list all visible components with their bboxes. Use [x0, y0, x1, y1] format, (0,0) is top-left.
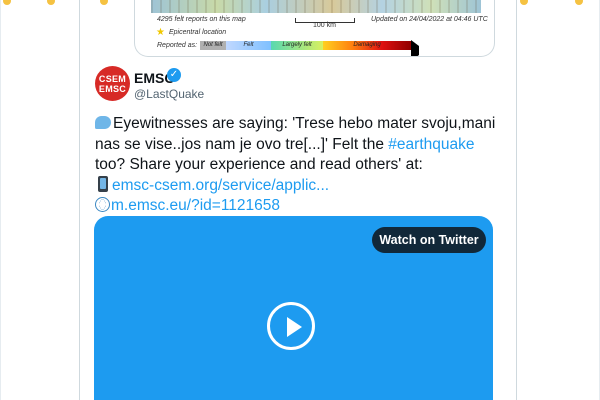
tweet-card-border-left [79, 0, 80, 400]
legend-largely-felt: Largely felt [271, 41, 323, 50]
emsc-link[interactable]: m.emsc.eu/?id=1121658 [111, 197, 280, 214]
map-scale-label: 100 km [313, 22, 336, 29]
tweet-line-1: Eyewitnesses are saying: 'Trese hebo mat… [113, 115, 496, 132]
avatar-line-1: CSEM [98, 73, 127, 84]
felt-reports-count: 4295 felt reports on this map [157, 16, 246, 23]
tweet-text: Eyewitnesses are saying: 'Trese hebo mat… [95, 114, 505, 217]
author-handle[interactable]: @LastQuake [134, 87, 204, 101]
play-icon[interactable] [267, 302, 315, 350]
legend-not-felt: Not felt [200, 41, 226, 50]
map-strip [151, 0, 481, 13]
tweet-line-2: nas se vise..jos nam je ovo tre[...]' Fe… [95, 135, 389, 153]
epicentral-location-label: Epicentral location [169, 29, 227, 36]
speech-bubble-icon [95, 116, 111, 129]
hashtag-link[interactable]: #earthquake [388, 136, 474, 153]
map-updated-text: Updated on 24/04/2022 at 04:46 UTC [371, 16, 488, 23]
mobile-phone-icon [98, 175, 108, 192]
frame-edge-left [0, 0, 1, 400]
verified-badge-icon: ✓ [167, 68, 181, 82]
tweet-card-border-right [516, 0, 517, 400]
legend-damaging: Damaging [323, 41, 411, 50]
legend-felt: Felt [226, 41, 271, 50]
watch-on-twitter-button[interactable]: Watch on Twitter [372, 227, 486, 253]
legend-arrow-icon [411, 39, 419, 56]
earthquake-map-image[interactable]: 4295 felt reports on this map 100 km Upd… [134, 0, 495, 57]
tweet-line-3: too? Share your experience and read othe… [95, 156, 423, 173]
intensity-legend: Not felt Felt Largely felt Damaging [200, 39, 419, 56]
app-link[interactable]: emsc-csem.org/service/applic... [112, 177, 329, 194]
video-player[interactable]: Watch on Twitter [94, 216, 493, 400]
reported-as-label: Reported as: [157, 42, 198, 49]
epicenter-star-icon: ★ [156, 27, 165, 38]
avatar[interactable]: CSEM EMSC [95, 66, 130, 101]
globe-icon [95, 197, 110, 212]
avatar-line-2: EMSC [98, 83, 127, 94]
